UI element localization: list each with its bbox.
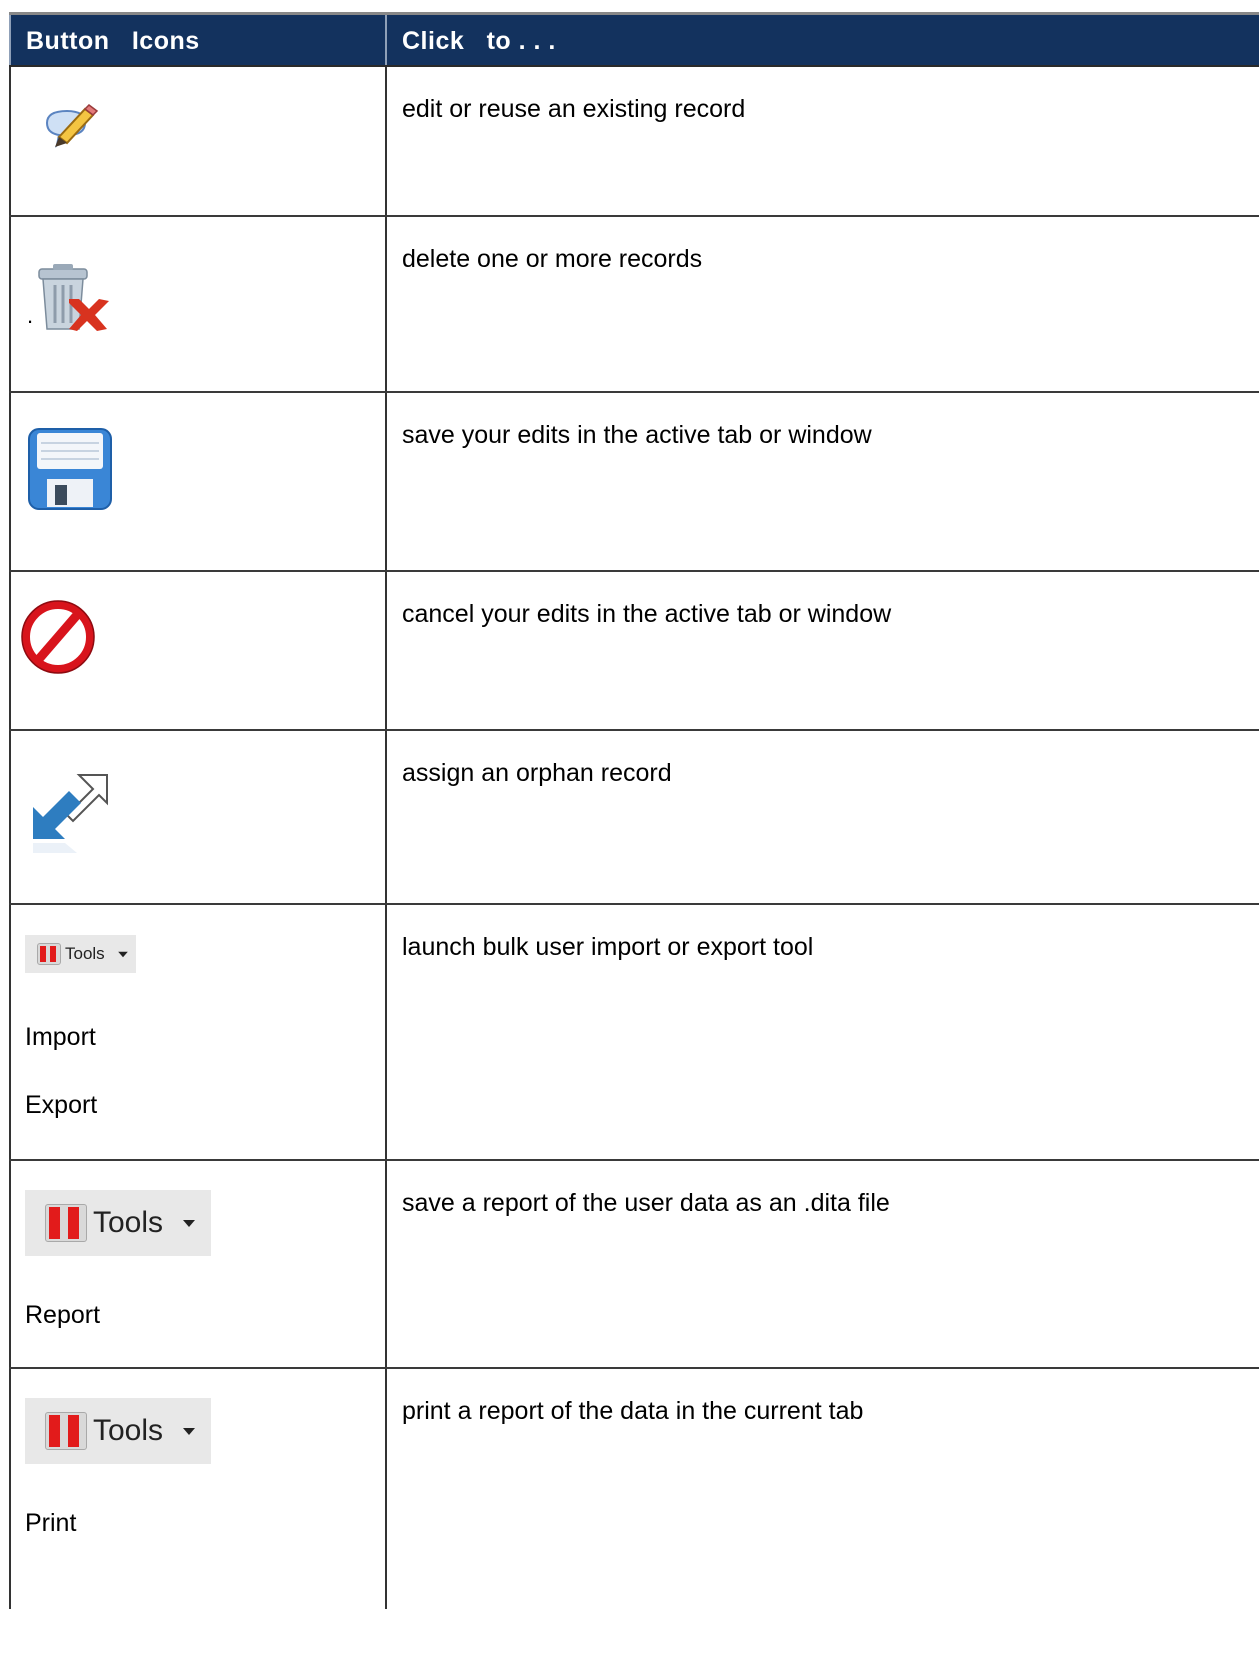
tools-label: Tools (65, 944, 105, 963)
icon-cell: Tools Import Export (9, 905, 387, 1159)
header-cell-click-to: Click to . . . (387, 15, 1259, 65)
cancel-prohibited-icon (21, 600, 95, 674)
table-row-tools-report: Tools Report save a report of the user d… (9, 1161, 1259, 1369)
table-row-tools-import-export: Tools Import Export launch bulk user imp… (9, 905, 1259, 1161)
header-label-button-icons: Button Icons (26, 27, 200, 55)
tools-menu-button[interactable]: Tools (25, 1190, 211, 1256)
tools-menu-button[interactable]: Tools (25, 935, 136, 973)
row-description: save your edits in the active tab or win… (402, 421, 872, 449)
table-row-assign: assign an orphan record (9, 731, 1259, 905)
assign-arrows-icon (33, 774, 108, 853)
table-row-edit: edit or reuse an existing record (9, 67, 1259, 217)
description-cell: save a report of the user data as an .di… (387, 1161, 1259, 1367)
table-row-delete: . delete one or more records (9, 217, 1259, 393)
row-description: print a report of the data in the curren… (402, 1397, 864, 1425)
table-row-tools-print: Tools Print print a report of the data i… (9, 1369, 1259, 1609)
tools-label: Tools (93, 1414, 164, 1447)
chevron-down-icon (183, 1219, 196, 1227)
trash-delete-icon (38, 264, 109, 331)
chevron-down-icon (117, 951, 128, 957)
table-row-save: save your edits in the active tab or win… (9, 393, 1259, 572)
description-cell: launch bulk user import or export tool (387, 905, 1259, 1159)
tools-menu-button[interactable]: Tools (25, 1398, 211, 1464)
icon-cell (9, 67, 387, 215)
icon-cell (9, 572, 387, 729)
icon-cell: . (9, 217, 387, 391)
table-row-cancel: cancel your edits in the active tab or w… (9, 572, 1259, 731)
description-cell: save your edits in the active tab or win… (387, 393, 1259, 570)
description-cell: cancel your edits in the active tab or w… (387, 572, 1259, 729)
row-description: launch bulk user import or export tool (402, 933, 814, 961)
row-description: cancel your edits in the active tab or w… (402, 600, 892, 628)
tools-menu-icon (37, 943, 61, 965)
icon-cell: Tools Report (9, 1161, 387, 1367)
tools-menu-icon (45, 1412, 87, 1450)
header-cell-button-icons: Button Icons (9, 15, 387, 65)
row-description: edit or reuse an existing record (402, 95, 746, 123)
tools-menu-icon (45, 1204, 87, 1242)
menu-option-export[interactable]: Export (25, 1091, 97, 1120)
icon-cell (9, 393, 387, 570)
menu-option-print[interactable]: Print (25, 1509, 76, 1538)
menu-option-report[interactable]: Report (25, 1301, 100, 1330)
row-description: assign an orphan record (402, 759, 672, 787)
header-label-click-to: Click to . . . (402, 27, 556, 55)
description-cell: edit or reuse an existing record (387, 67, 1259, 215)
menu-option-import[interactable]: Import (25, 1023, 96, 1052)
icon-cell: Tools Print (9, 1369, 387, 1609)
floppy-save-icon (28, 428, 112, 510)
button-icons-table: Button Icons Click to . . . edit or reus… (9, 12, 1259, 1609)
description-cell: print a report of the data in the curren… (387, 1369, 1259, 1609)
table-header-row: Button Icons Click to . . . (9, 15, 1259, 67)
chevron-down-icon (183, 1427, 196, 1435)
tools-label: Tools (93, 1206, 164, 1239)
icon-cell (9, 731, 387, 903)
row-description: save a report of the user data as an .di… (402, 1189, 890, 1217)
description-cell: assign an orphan record (387, 731, 1259, 903)
edit-pencil-icon (45, 104, 99, 149)
description-cell: delete one or more records (387, 217, 1259, 391)
row-description: delete one or more records (402, 245, 703, 273)
